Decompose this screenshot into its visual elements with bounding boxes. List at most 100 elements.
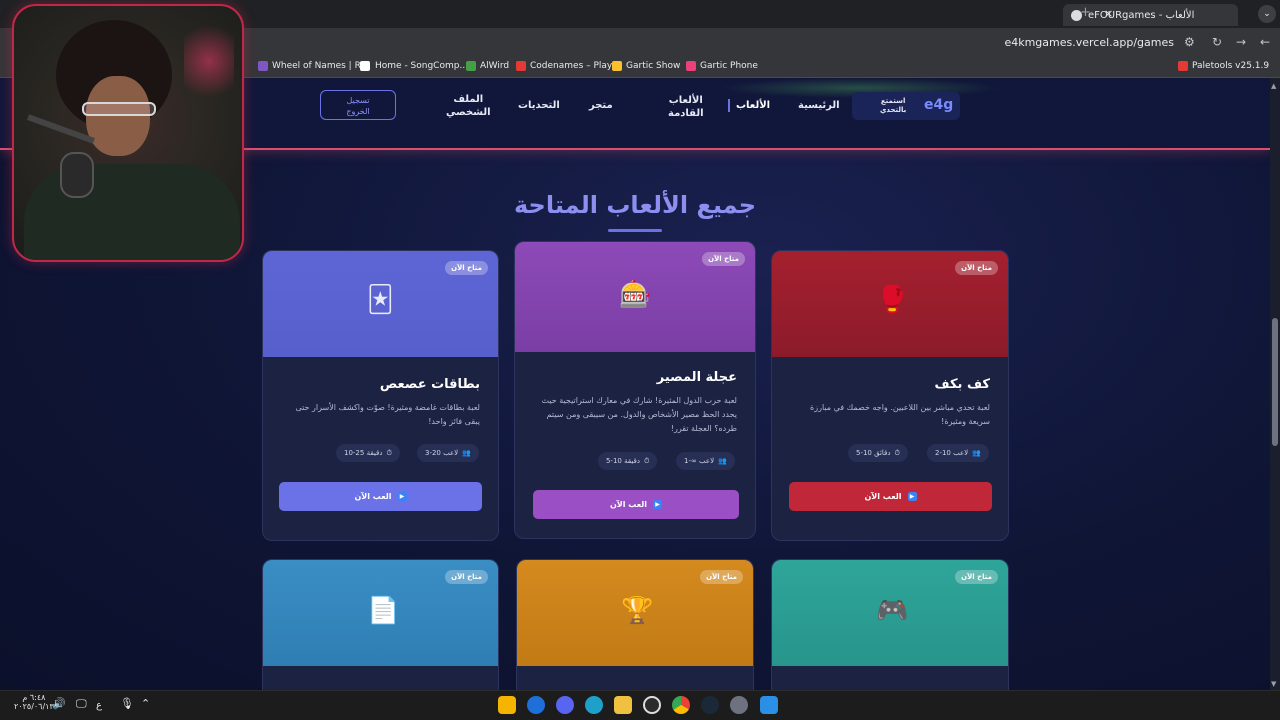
game-card-wheel-of-fate: متاح الآن 🎰 عجلة المصير لعبة حرب الدول ا… (514, 241, 756, 539)
play-button[interactable]: العب الآن ▶ (533, 490, 739, 519)
nav-upcoming-games[interactable]: الألعاب القادمة (668, 94, 704, 120)
cards-icon: 🃏 (367, 285, 394, 315)
scrollbar-thumb[interactable] (1272, 318, 1278, 446)
back-icon[interactable]: ← (1260, 35, 1270, 49)
network-icon[interactable]: 🖵 (76, 697, 87, 711)
file-explorer-icon[interactable] (614, 696, 632, 714)
nav-profile-line2: الشخصي (446, 107, 491, 118)
play-button[interactable]: العب الآن ▶ (789, 482, 992, 511)
rockstar-launcher-icon[interactable] (498, 696, 516, 714)
players-icon: 👥 (718, 457, 727, 465)
players-chip: 1-∞ لاعب 👥 (676, 452, 735, 470)
players-icon: 👥 (462, 449, 471, 457)
streamer-glasses (82, 102, 156, 116)
brand-tagline-line1: استمتع (880, 97, 906, 105)
bookmark-icon (612, 61, 622, 71)
scroll-up-icon[interactable]: ▲ (1271, 82, 1276, 90)
duration-value: 10-25 دقيقة (344, 449, 383, 457)
game-card-trophy: متاح الآن 🏆 (516, 559, 754, 690)
app-icon[interactable] (527, 696, 545, 714)
chrome-icon[interactable] (672, 696, 690, 714)
card-description-line: لعبة حرب الدول المثيرة! شارك في معارك اس… (541, 396, 737, 405)
nav-challenges[interactable]: التحديات (518, 99, 560, 112)
bookmark-paletools[interactable]: Paletools v25.1.9 (1192, 61, 1269, 71)
play-button-label: العب الآن (609, 500, 648, 509)
volume-icon[interactable]: 🔊 (52, 697, 66, 710)
slot-machine-icon: 🎰 (619, 280, 652, 310)
status-badge: متاح الآن (955, 261, 998, 275)
card-description-line: يحدد الحظ مصير الأشخاص والدول. من سيبقى … (546, 410, 737, 419)
bookmark-wheel-of-names[interactable]: Wheel of Names | R... (272, 61, 369, 71)
streamer-body (24, 164, 240, 260)
trophy-icon: 🏆 (621, 596, 654, 626)
edge-icon[interactable] (585, 696, 603, 714)
nav-upcoming-line2: القادمة (668, 108, 704, 119)
bookmark-gartic-phone[interactable]: Gartic Phone (700, 61, 758, 71)
logout-line2: الخروج (346, 107, 370, 116)
status-badge: متاح الآن (445, 570, 488, 584)
duration-chip: 5-10 دقيقة ⏱ (598, 452, 658, 470)
close-tab-icon[interactable]: × (1104, 7, 1113, 20)
steam-icon[interactable] (701, 696, 719, 714)
brand-tagline-line2: بالتحدي (880, 106, 907, 114)
webcam-overlay (12, 4, 244, 262)
url-field[interactable]: e4kmgames.vercel.app/games (1004, 36, 1174, 49)
play-button[interactable]: العب الآن ▶ (279, 482, 482, 511)
play-icon: ▶ (397, 492, 407, 501)
gamepad-icon: 🎮 (876, 596, 909, 626)
bookmark-alwird[interactable]: AlWird (480, 61, 509, 71)
players-chip: 3-20 لاعب 👥 (417, 444, 479, 462)
microphone-icon[interactable]: 🎙 (120, 697, 134, 710)
tab-search-icon[interactable]: ⌄ (1258, 5, 1276, 23)
windows-start-icon[interactable] (760, 696, 778, 714)
play-button-label: العب الآن (864, 492, 902, 501)
nav-games[interactable]: الألعاب (728, 99, 770, 112)
card-description-line: لعبة تحدي مباشر بين اللاعبين. واجه خصمك … (810, 403, 990, 412)
bookmark-icon (516, 61, 526, 71)
title-underline (608, 229, 662, 232)
bookmark-gartic-show[interactable]: Gartic Show (626, 61, 680, 71)
taskbar-clock[interactable]: ٦:٤٨ م ٢٠٢٥/٠٦/١٣ (14, 693, 54, 711)
game-card-asas-cards: متاح الآن 🃏 بطاقات عصعص لعبة بطاقات غامض… (262, 250, 499, 541)
clock-icon: ⏱ (894, 448, 900, 457)
nav-profile[interactable]: الملف الشخصي (446, 93, 491, 119)
bookmark-icon (258, 61, 268, 71)
players-icon: 👥 (972, 449, 981, 457)
site-settings-icon[interactable]: ⚙ (1184, 35, 1195, 49)
input-language[interactable]: ع (96, 700, 102, 711)
brand-logo[interactable]: e4g (924, 97, 953, 113)
duration-chip: 5-10 دقائق ⏱ (848, 444, 908, 462)
players-count: 3-20 لاعب (425, 449, 459, 457)
duration-value: 5-10 دقائق (856, 449, 891, 457)
bookmark-codenames[interactable]: Codenames – Play... (530, 61, 620, 71)
card-title: بطاقات عصعص (379, 377, 480, 392)
card-description: لعبة بطاقات غامضة ومثيرة! صوّت واكشف الأ… (295, 401, 480, 429)
card-title: عجلة المصير (656, 370, 737, 385)
duration-value: 5-10 دقيقة (606, 457, 640, 465)
logout-button[interactable]: تسجيل الخروج (320, 90, 396, 120)
new-tab-icon[interactable]: + (1080, 5, 1091, 20)
discord-icon[interactable] (556, 696, 574, 714)
obs-icon[interactable] (643, 696, 661, 714)
card-description-line: لعبة بطاقات غامضة ومثيرة! صوّت واكشف الأ… (295, 403, 480, 412)
nav-profile-line1: الملف (453, 94, 484, 105)
nav-store[interactable]: متجر (589, 99, 613, 112)
status-badge: متاح الآن (700, 570, 743, 584)
bookmark-songcomp[interactable]: Home - SongComp... (375, 61, 468, 71)
status-badge: متاح الآن (702, 252, 745, 266)
document-icon: 📄 (367, 596, 400, 626)
settings-icon[interactable] (730, 696, 748, 714)
windows-taskbar (0, 690, 1280, 720)
nav-home[interactable]: الرئيسية (798, 99, 840, 112)
card-title: كف بكف (934, 377, 991, 392)
play-icon: ▶ (653, 500, 663, 509)
status-badge: متاح الآن (445, 261, 488, 275)
tray-overflow-icon[interactable]: ⌃ (141, 697, 150, 710)
clock-icon: ⏱ (386, 448, 392, 457)
play-button-label: العب الآن (354, 492, 392, 501)
card-description-line: طرده؟ العجلة تقرر! (670, 424, 737, 433)
reload-icon[interactable]: ↻ (1212, 35, 1222, 49)
forward-icon[interactable]: → (1236, 35, 1246, 49)
logout-line1: تسجيل (346, 96, 370, 105)
scroll-down-icon[interactable]: ▼ (1271, 680, 1276, 688)
